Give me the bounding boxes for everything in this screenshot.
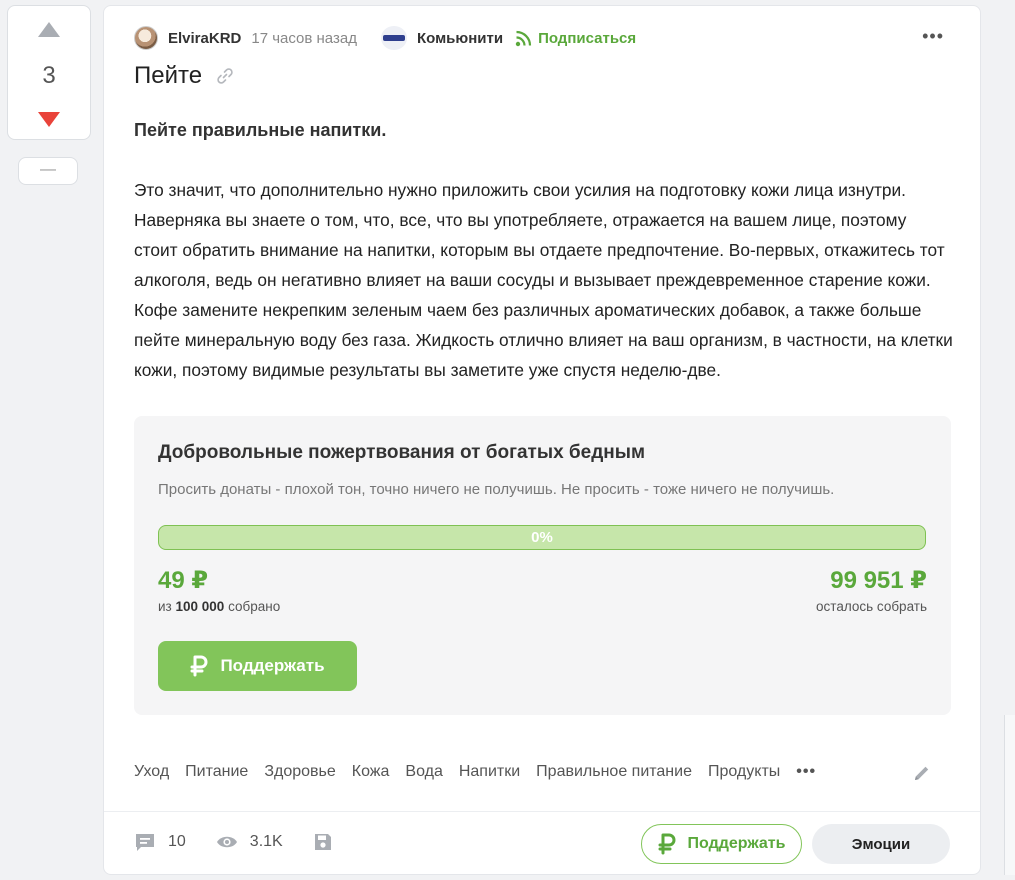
right-sidebar-edge xyxy=(1004,715,1015,875)
vote-count: 3 xyxy=(42,62,56,89)
divider xyxy=(104,811,980,812)
donation-block: Добровольные пожертвования от богатых бе… xyxy=(134,416,951,715)
tag[interactable]: Здоровье xyxy=(264,763,335,781)
title-row: Пейте xyxy=(134,62,234,90)
upvote-arrow-icon[interactable] xyxy=(38,22,60,37)
tag[interactable]: Кожа xyxy=(352,763,390,781)
tag[interactable]: Продукты xyxy=(708,763,780,781)
vote-panel: 3 xyxy=(7,5,91,140)
support-button-label: Поддержать xyxy=(220,656,325,675)
post-body: Это значит, что дополнительно нужно прил… xyxy=(134,180,953,380)
progress-label: 0% xyxy=(531,529,553,546)
save-icon[interactable] xyxy=(313,832,333,852)
raised-amount: 49 ₽ xyxy=(158,567,209,594)
post-footer: 10 3.1K xyxy=(134,831,333,853)
subscribe-label: Подписаться xyxy=(538,29,637,47)
goal-amount: 100 000 xyxy=(175,599,225,614)
hide-post-button[interactable]: — xyxy=(18,157,78,185)
tag[interactable]: Питание xyxy=(185,763,248,781)
rss-icon xyxy=(515,30,532,46)
footer-support-label: Поддержать xyxy=(687,835,786,852)
more-tags-icon[interactable]: ••• xyxy=(796,763,816,781)
community-name[interactable]: Комьюнити xyxy=(417,30,503,47)
comment-icon xyxy=(136,834,154,851)
subscribe-button[interactable]: Подписаться xyxy=(515,30,636,47)
link-icon[interactable] xyxy=(216,67,234,85)
support-button[interactable]: Поддержать xyxy=(158,641,357,691)
raised-note: из 100 000 собрано xyxy=(158,599,280,614)
ruble-icon xyxy=(190,655,208,677)
eye-icon xyxy=(216,836,237,848)
donation-description: Просить донаты - плохой тон, точно ничег… xyxy=(158,481,835,498)
views-stat: 3.1K xyxy=(216,833,283,851)
post-card: ElviraKRD 17 часов назад Комьюнити Подпи… xyxy=(103,5,981,875)
donation-title: Добровольные пожертвования от богатых бе… xyxy=(158,442,646,463)
edit-pencil-icon[interactable] xyxy=(912,763,932,783)
views-count: 3.1K xyxy=(249,833,283,850)
avatar[interactable] xyxy=(134,26,158,50)
emotions-button[interactable]: Эмоции xyxy=(812,824,950,864)
comments-count: 10 xyxy=(168,833,186,850)
raised-prefix: из xyxy=(158,599,172,614)
post-time: 17 часов назад xyxy=(251,29,357,47)
tag-list: Уход Питание Здоровье Кожа Вода Напитки Правил… xyxy=(134,763,816,781)
tag[interactable]: Уход xyxy=(134,763,169,781)
ruble-icon xyxy=(658,833,675,855)
post-header: ElviraKRD 17 часов назад Комьюнити Подпи… xyxy=(134,26,636,50)
remaining-note: осталось собрать xyxy=(816,599,927,614)
donation-progress-bar: 0% xyxy=(158,525,926,550)
comments-stat[interactable]: 10 xyxy=(134,831,186,853)
community-icon[interactable] xyxy=(380,26,407,50)
downvote-arrow-icon[interactable] xyxy=(38,112,60,127)
tag[interactable]: Вода xyxy=(405,763,442,781)
post-subtitle: Пейте правильные напитки. xyxy=(134,120,387,140)
raised-suffix: собрано xyxy=(228,599,281,614)
tag[interactable]: Напитки xyxy=(459,763,520,781)
page-title[interactable]: Пейте xyxy=(134,62,202,90)
tag[interactable]: Правильное питание xyxy=(536,763,692,781)
footer-support-button[interactable]: Поддержать xyxy=(641,824,802,864)
author-name[interactable]: ElviraKRD xyxy=(168,30,241,47)
more-options-icon[interactable]: ••• xyxy=(922,27,944,45)
remaining-amount: 99 951 ₽ xyxy=(830,567,927,594)
